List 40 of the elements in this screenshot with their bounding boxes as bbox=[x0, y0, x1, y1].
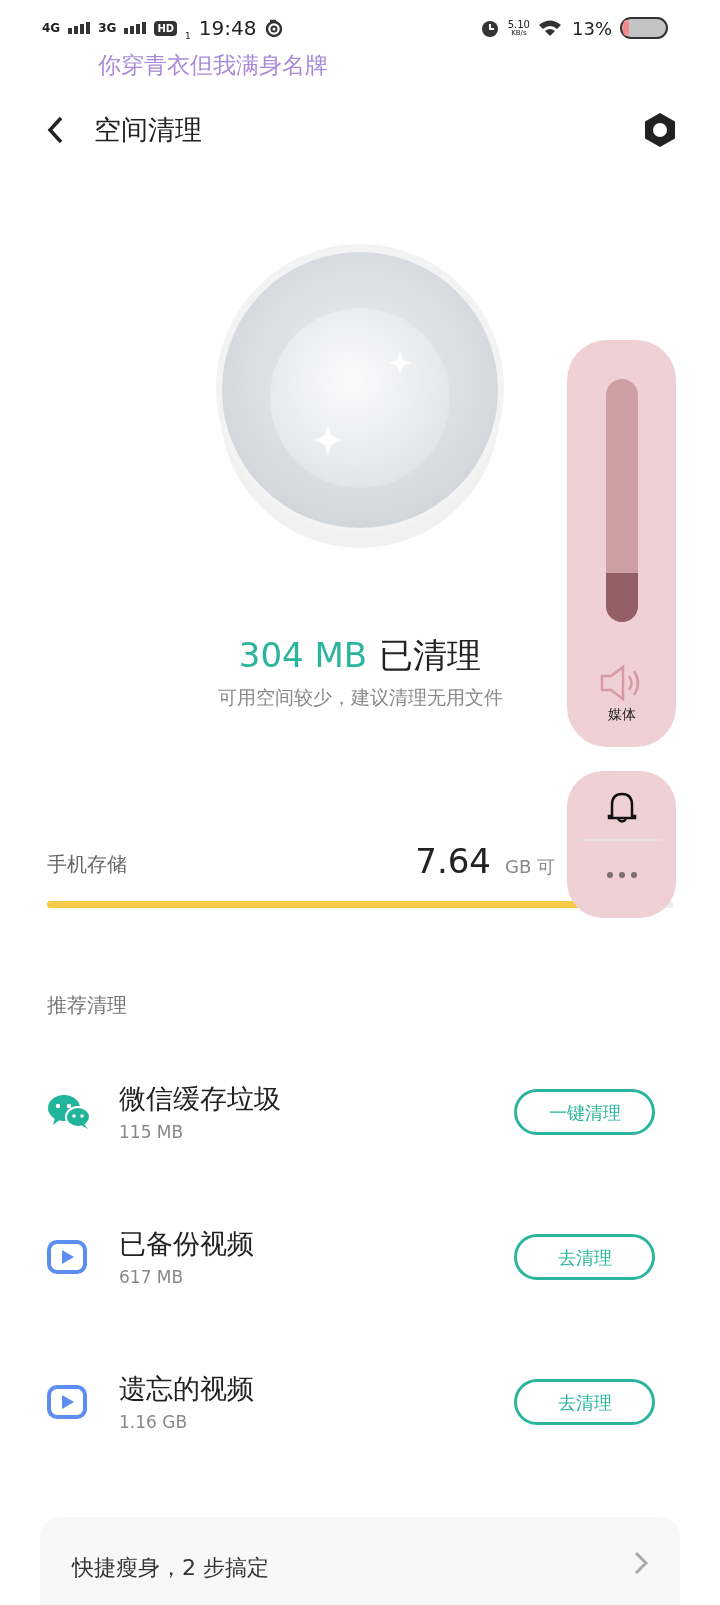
slim-card[interactable]: 快捷瘦身，2 步搞定 bbox=[40, 1516, 680, 1605]
item-size: 617 MB bbox=[119, 1265, 185, 1289]
more-dots-icon bbox=[605, 871, 638, 879]
cleaning-hint: 可用空间较少，建议清理无用文件 bbox=[216, 685, 504, 710]
wifi-icon bbox=[538, 19, 564, 37]
item-size: 1.16 GB bbox=[119, 1410, 189, 1434]
hd-badge: HD bbox=[154, 20, 178, 36]
volume-slider[interactable] bbox=[605, 379, 638, 622]
clean-button[interactable]: 一键清理 bbox=[514, 1089, 655, 1135]
sim-label: 1 bbox=[185, 29, 191, 43]
battery-percent: 13% bbox=[572, 16, 612, 41]
alarm-icon bbox=[479, 18, 500, 38]
item-title: 微信缓存垃圾 bbox=[119, 1082, 282, 1116]
signal-icon bbox=[124, 22, 147, 34]
cleaned-amount: 304 MB bbox=[238, 634, 368, 677]
network-label: 3G bbox=[98, 20, 117, 37]
speed-value: 5.10 bbox=[507, 19, 530, 30]
battery-icon bbox=[620, 17, 668, 39]
storage-value: 7.64 bbox=[415, 839, 491, 883]
network-label: 4G bbox=[42, 20, 61, 37]
slim-card-text: 快捷瘦身，2 步搞定 bbox=[72, 1553, 269, 1582]
storage-unit: GB 可 bbox=[504, 854, 555, 879]
section-title: 推荐清理 bbox=[46, 991, 128, 1019]
storage-label: 手机存储 bbox=[47, 850, 127, 878]
clean-button[interactable]: 去清理 bbox=[514, 1379, 655, 1425]
item-title: 遗忘的视频 bbox=[119, 1372, 255, 1406]
chevron-right-icon bbox=[634, 1550, 648, 1575]
signal-icon bbox=[68, 22, 91, 34]
swirl-icon bbox=[264, 18, 285, 38]
page-title: 空间清理 bbox=[94, 112, 202, 147]
item-title: 已备份视频 bbox=[119, 1227, 255, 1261]
lyric-text: 你穿青衣但我满身名牌 bbox=[97, 52, 329, 78]
play-video-icon bbox=[47, 1240, 87, 1274]
play-video-icon bbox=[47, 1385, 87, 1419]
bell-icon bbox=[606, 790, 637, 824]
media-label: 媒体 bbox=[607, 705, 636, 724]
cleaned-label: 已清理 bbox=[379, 634, 482, 677]
time-text: 19:48 bbox=[198, 15, 257, 42]
clean-button[interactable]: 去清理 bbox=[514, 1234, 655, 1280]
item-size: 115 MB bbox=[119, 1120, 185, 1144]
